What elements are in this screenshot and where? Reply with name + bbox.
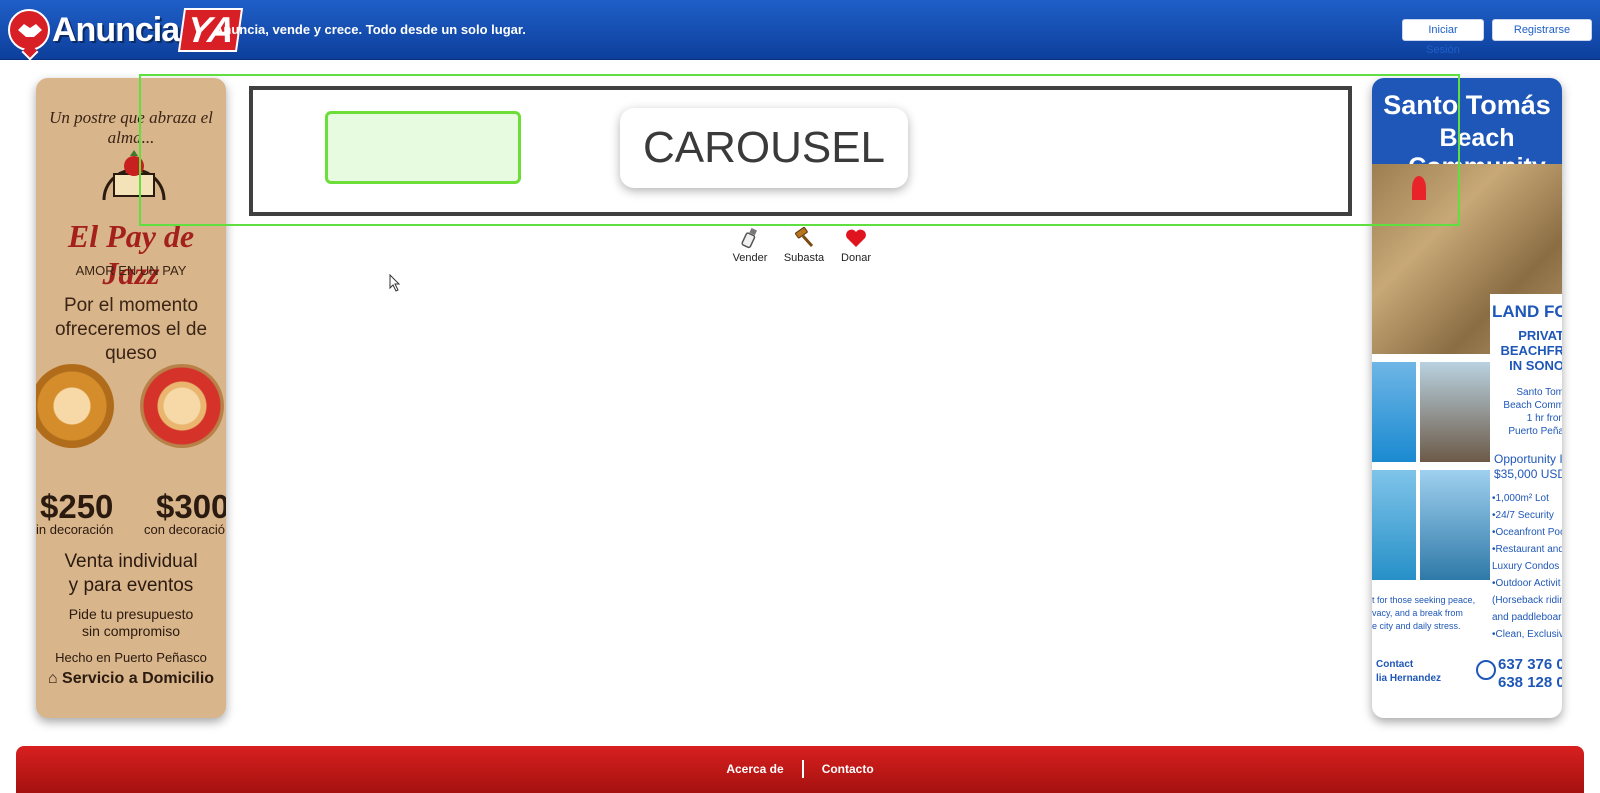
sell-label: Vender bbox=[732, 252, 768, 264]
ad-right-description: t for those seeking peace, vacy, and a b… bbox=[1372, 594, 1512, 633]
feature-item: •24/7 Security bbox=[1492, 510, 1554, 521]
ad-left-brand: El Pay de Jazz bbox=[67, 218, 195, 291]
ad-left-message: Por el momento ofreceremos el de queso bbox=[36, 294, 226, 366]
ad-right-opportunity-line: $35,000 USD bbox=[1494, 467, 1562, 481]
ad-right-phones: 637 376 08 638 128 06 bbox=[1498, 656, 1562, 692]
feature-item: •1,000m² Lot bbox=[1492, 493, 1549, 504]
ad-left-message-line: Por el momento bbox=[63, 295, 199, 316]
ad-left-made-in: Hecho en Puerto Peñasco bbox=[55, 650, 207, 665]
strawberry-cheesecake-image bbox=[140, 364, 224, 448]
resort-photo bbox=[1372, 362, 1416, 462]
ad-right-location-line: Santo Tom bbox=[1516, 387, 1562, 398]
ad-right-location: Santo Tom Beach Comm 1 hr fron Puerto Pe… bbox=[1496, 386, 1562, 438]
ad-left-quote: Pide tu presupuesto sin compromiso bbox=[36, 606, 226, 640]
phone-number: 638 128 06 bbox=[1498, 674, 1562, 691]
contact-link[interactable]: Contacto bbox=[822, 762, 874, 776]
login-button[interactable]: Iniciar Sesión bbox=[1402, 19, 1484, 56]
ad-right-location-line: 1 hr fron bbox=[1526, 413, 1562, 424]
logo-text: Anuncia bbox=[52, 10, 180, 49]
ad-left-price: $300 bbox=[156, 488, 226, 525]
contact-name: lia Hernandez bbox=[1376, 673, 1442, 684]
ad-left-quote-line: Pide tu presupuesto bbox=[68, 606, 194, 622]
cheesecake-image bbox=[36, 364, 114, 448]
ad-left-price-note: in decoración bbox=[36, 522, 114, 537]
phone-number: 637 376 08 bbox=[1498, 656, 1562, 673]
ad-left-event-line: Venta individual bbox=[64, 551, 198, 572]
register-button[interactable]: Registrarse bbox=[1492, 19, 1592, 41]
ad-right-opportunity: Opportunity I $35,000 USD bbox=[1494, 452, 1562, 482]
ad-left-events: Venta individual y para eventos bbox=[36, 550, 226, 598]
contact-label: Contact bbox=[1376, 659, 1414, 670]
about-link[interactable]: Acerca de bbox=[726, 762, 783, 776]
ad-left-quote-line: sin compromiso bbox=[81, 623, 181, 639]
site-footer: Acerca de Contacto bbox=[16, 746, 1584, 793]
ad-right-private: PRIVAT BEACHFR IN SONO bbox=[1494, 328, 1562, 373]
heart-icon bbox=[845, 226, 867, 250]
feature-item: Luxury Condos bbox=[1492, 561, 1560, 572]
ad-right-private-line: PRIVAT bbox=[1518, 328, 1562, 343]
description-line: e city and daily stress. bbox=[1372, 621, 1461, 631]
ad-left-home-service: ⌂ Servicio a Domicilio bbox=[47, 670, 215, 687]
description-line: t for those seeking peace, bbox=[1372, 595, 1476, 605]
auction-label: Subasta bbox=[783, 252, 825, 264]
ad-left-message-line: ofreceremos el de queso bbox=[54, 319, 208, 364]
handshake-icon bbox=[8, 9, 50, 51]
ad-right-location-line: Beach Comm bbox=[1503, 400, 1562, 411]
home-service-text: Servicio a Domicilio bbox=[62, 670, 215, 687]
horseback-photo bbox=[1420, 362, 1490, 462]
feature-item: •Outdoor Activit bbox=[1492, 578, 1561, 589]
ad-right-location-line: Puerto Peña bbox=[1508, 426, 1562, 437]
footer-divider bbox=[801, 760, 804, 778]
anunciaya-logo[interactable]: Anuncia YA bbox=[8, 5, 244, 55]
donate-action[interactable]: Donar bbox=[838, 226, 874, 264]
description-line: vacy, and a break from bbox=[1372, 608, 1463, 618]
pool-photo bbox=[1372, 470, 1416, 580]
mouse-cursor-icon bbox=[389, 274, 401, 292]
gavel-icon bbox=[793, 226, 815, 250]
top-header: Anuncia YA Anuncia, vende y crece. Todo … bbox=[0, 0, 1600, 60]
whatsapp-icon bbox=[1476, 660, 1496, 680]
ad-left-price-note: con decoració bbox=[144, 522, 225, 537]
feature-item: •Restaurant and bbox=[1492, 544, 1562, 555]
ad-left-price: $250 bbox=[40, 488, 114, 525]
donate-label: Donar bbox=[841, 252, 871, 264]
sell-action[interactable]: Vender bbox=[730, 226, 770, 264]
ad-left-event-line: y para eventos bbox=[68, 575, 194, 596]
ad-right-private-line: BEACHFR bbox=[1500, 343, 1562, 358]
auction-action[interactable]: Subasta bbox=[782, 226, 826, 264]
paddleboard-photo bbox=[1420, 470, 1490, 580]
header-tagline: Anuncia, vende y crece. Todo desde un so… bbox=[214, 22, 526, 37]
ad-right-opportunity-line: Opportunity I bbox=[1494, 452, 1562, 466]
footer-links: Acerca de Contacto bbox=[16, 760, 1584, 778]
ad-right-private-line: IN SONO bbox=[1509, 358, 1562, 373]
spray-bottle-icon bbox=[739, 226, 761, 250]
ad-left-subtitle: AMOR EN UN PAY bbox=[75, 263, 187, 278]
ad-right-land: LAND FOR bbox=[1492, 302, 1562, 321]
feature-item: •Oceanfront Poc bbox=[1492, 527, 1562, 538]
carousel-highlight-outline bbox=[139, 74, 1460, 226]
ad-right-contact: Contact lia Hernandez bbox=[1376, 658, 1441, 686]
